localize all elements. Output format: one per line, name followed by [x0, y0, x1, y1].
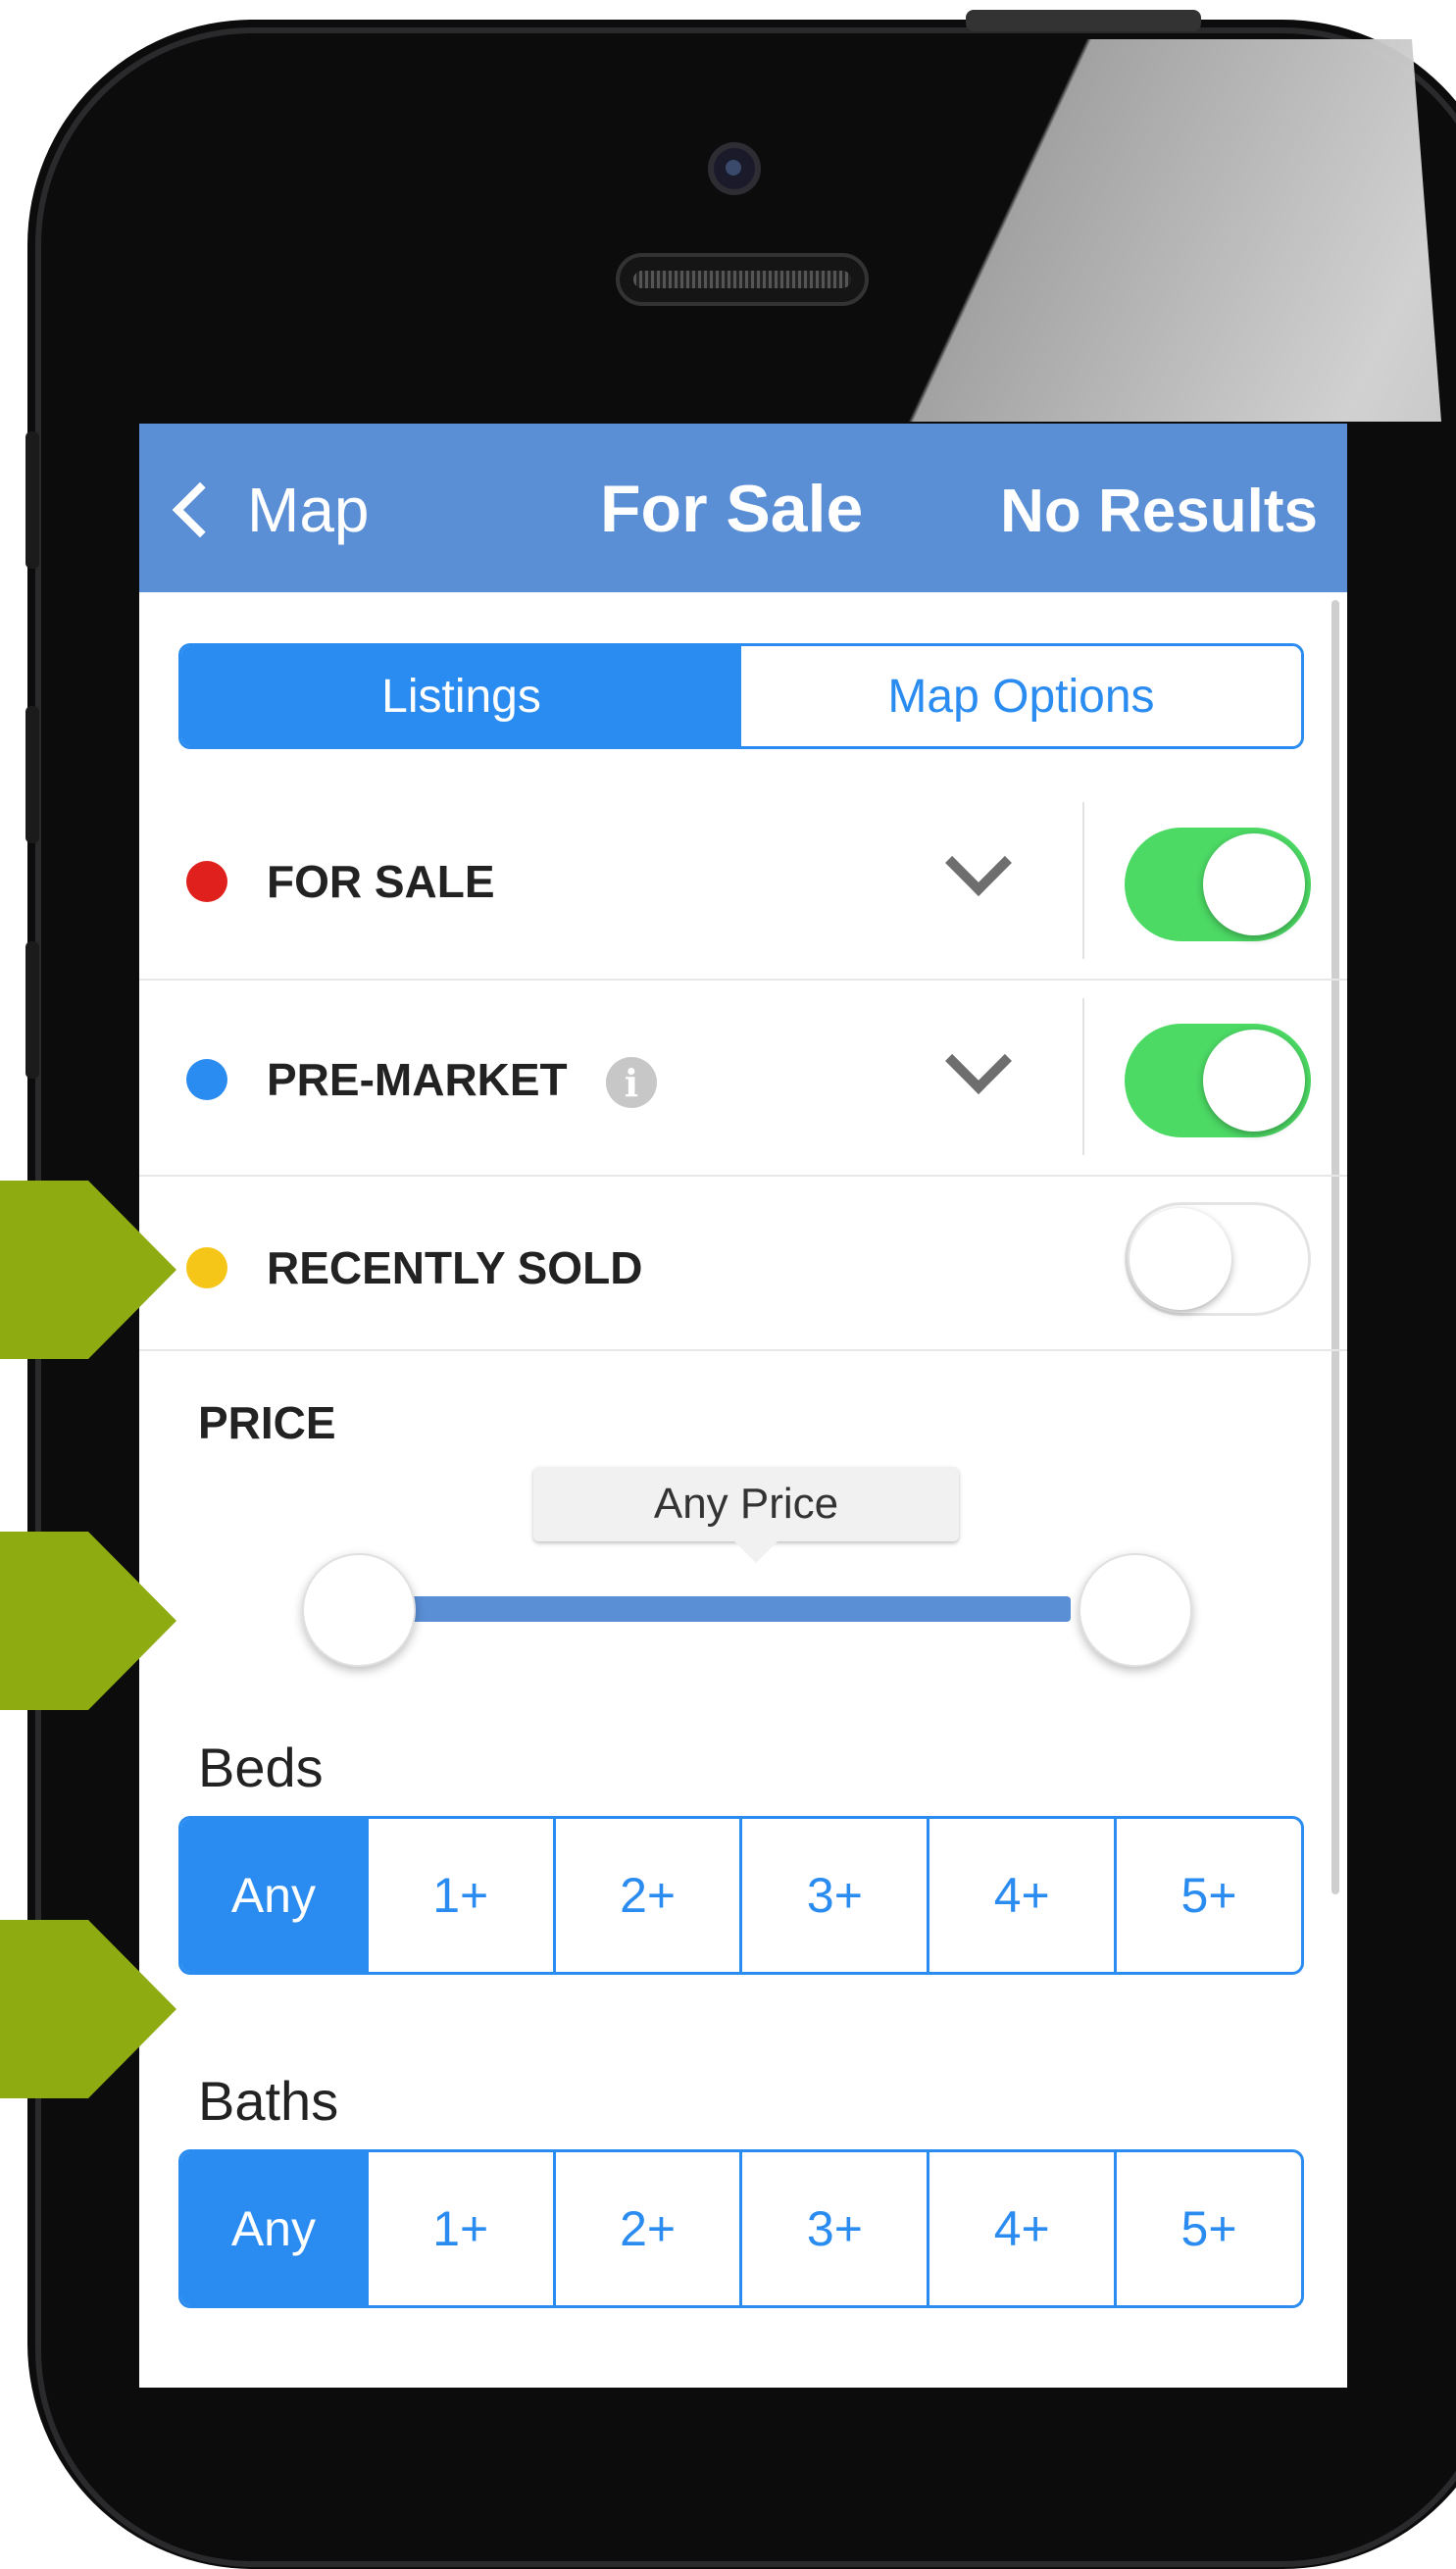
- baths-option-1[interactable]: 1+: [365, 2152, 553, 2305]
- beds-selector: Any 1+ 2+ 3+ 4+ 5+: [178, 1816, 1304, 1975]
- chevron-left-icon: [172, 481, 228, 538]
- volume-up-button: [25, 706, 39, 843]
- front-camera: [708, 142, 761, 195]
- baths-option-2[interactable]: 2+: [552, 2152, 740, 2305]
- toggle-knob: [1203, 1030, 1305, 1132]
- beds-option-3[interactable]: 3+: [739, 1819, 927, 1972]
- toggle-knob: [1203, 833, 1305, 935]
- listing-type-label: RECENTLY SOLD: [267, 1242, 643, 1293]
- listing-type-row-recently-sold: RECENTLY SOLD: [139, 1177, 1347, 1351]
- tab-listings[interactable]: Listings: [181, 646, 741, 746]
- chevron-down-icon[interactable]: [945, 830, 1012, 896]
- tab-segmented-control: Listings Map Options: [178, 643, 1304, 749]
- price-range-tooltip: Any Price: [533, 1467, 959, 1563]
- info-icon[interactable]: i: [606, 1057, 657, 1108]
- mute-switch: [25, 431, 39, 569]
- beds-option-any[interactable]: Any: [181, 1819, 366, 1972]
- recently-sold-toggle[interactable]: [1125, 1202, 1311, 1316]
- toggle-knob: [1130, 1208, 1231, 1310]
- status-dot-blue: [186, 1059, 227, 1100]
- listing-type-row-for-sale: FOR SALE: [139, 784, 1347, 981]
- beds-heading: Beds: [198, 1737, 324, 1798]
- page-title: For Sale: [600, 472, 864, 546]
- back-button[interactable]: Map: [169, 471, 370, 549]
- tab-map-options[interactable]: Map Options: [741, 646, 1301, 746]
- price-slider-track[interactable]: [365, 1596, 1071, 1622]
- for-sale-toggle[interactable]: [1125, 828, 1311, 941]
- beds-option-2[interactable]: 2+: [552, 1819, 740, 1972]
- listing-type-label: PRE-MARKET: [267, 1054, 568, 1105]
- beds-option-1[interactable]: 1+: [365, 1819, 553, 1972]
- baths-option-4[interactable]: 4+: [927, 2152, 1114, 2305]
- listing-type-label: FOR SALE: [267, 856, 495, 907]
- beds-option-5[interactable]: 5+: [1114, 1819, 1301, 1972]
- price-slider-min-thumb[interactable]: [302, 1553, 416, 1667]
- baths-option-5[interactable]: 5+: [1114, 2152, 1301, 2305]
- divider: [1082, 802, 1084, 959]
- power-button: [966, 10, 1201, 31]
- listing-type-row-pre-market: PRE-MARKET i: [139, 981, 1347, 1177]
- status-dot-yellow: [186, 1247, 227, 1288]
- beds-option-4[interactable]: 4+: [927, 1819, 1114, 1972]
- volume-down-button: [25, 941, 39, 1079]
- app-screen: Map For Sale No Results Listings Map Opt…: [139, 424, 1347, 2388]
- navigation-bar: Map For Sale No Results: [139, 424, 1347, 592]
- status-dot-red: [186, 861, 227, 902]
- back-button-label: Map: [247, 475, 370, 545]
- baths-option-3[interactable]: 3+: [739, 2152, 927, 2305]
- divider: [1082, 998, 1084, 1155]
- earpiece-speaker: [616, 253, 869, 306]
- baths-selector: Any 1+ 2+ 3+ 4+ 5+: [178, 2149, 1304, 2308]
- results-count-button[interactable]: No Results: [1000, 477, 1318, 546]
- baths-option-any[interactable]: Any: [181, 2152, 366, 2305]
- pre-market-toggle[interactable]: [1125, 1024, 1311, 1137]
- price-slider-max-thumb[interactable]: [1079, 1553, 1192, 1667]
- chevron-down-icon[interactable]: [945, 1028, 1012, 1094]
- price-heading: PRICE: [198, 1397, 336, 1448]
- baths-heading: Baths: [198, 2070, 339, 2132]
